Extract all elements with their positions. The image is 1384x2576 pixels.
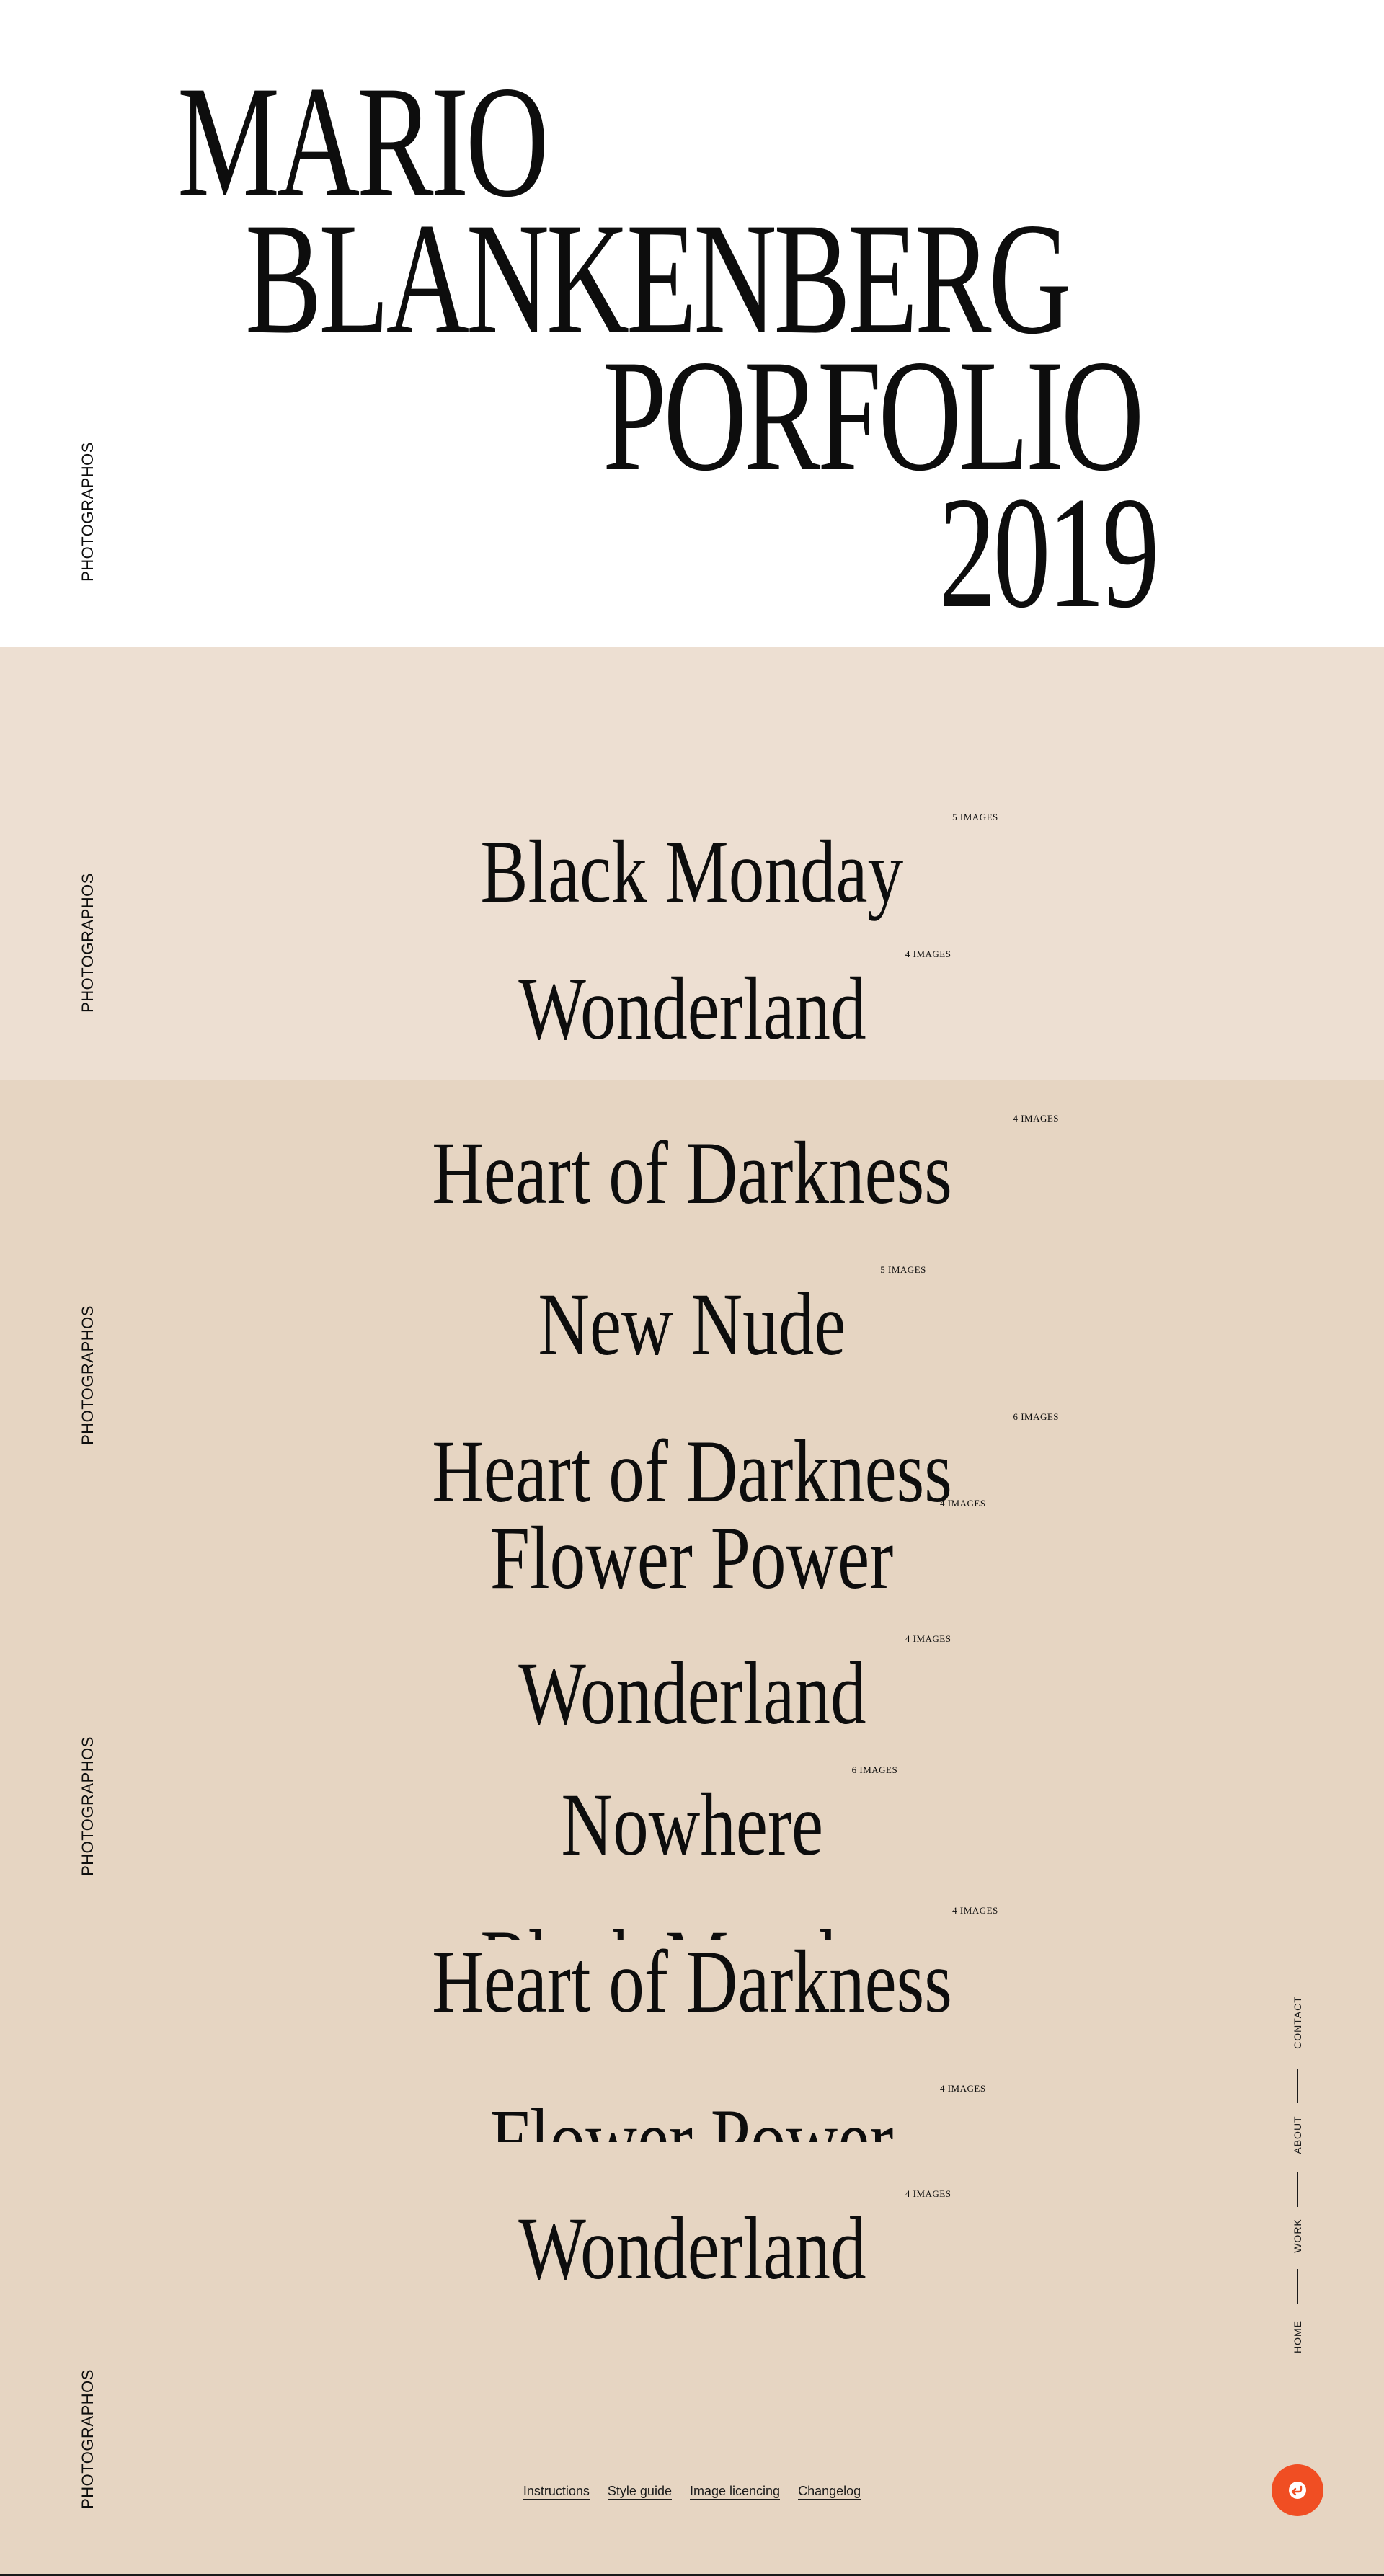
project-title: Wonderland (518, 1644, 866, 1743)
image-count: 4 IMAGES (905, 2188, 952, 2199)
nav-contact-label: CONTACT (1292, 1996, 1303, 2049)
image-count: 4 IMAGES (905, 1633, 952, 1644)
image-count: 5 IMAGES (952, 812, 998, 822)
image-count: 4 IMAGES (939, 1498, 986, 1509)
back-button[interactable] (1272, 2464, 1323, 2516)
project-title: Heart of Darkness (432, 1932, 952, 2031)
project-link-black-monday[interactable]: Black Monday 5 IMAGES (0, 812, 1384, 921)
image-count: 6 IMAGES (1013, 1411, 1060, 1422)
footer-links: Instructions Style guide Image licencing… (0, 2484, 1384, 2500)
footer-link-instructions[interactable]: Instructions (523, 2484, 590, 2500)
image-count: 4 IMAGES (939, 2083, 986, 2094)
image-count: 4 IMAGES (952, 1905, 998, 1916)
project-link-heart-of-darkness[interactable]: Heart of Darkness 4 IMAGES (0, 1113, 1384, 1222)
project-link-wonderland[interactable]: Wonderland 4 IMAGES (0, 1633, 1384, 1743)
image-count: 4 IMAGES (905, 949, 952, 959)
project-title: Nowhere (561, 1775, 823, 1874)
image-count: 4 IMAGES (1013, 1113, 1060, 1124)
project-link-flower-power[interactable]: Flower Power 4 IMAGES (0, 1498, 1384, 1607)
return-arrow-icon (1289, 2482, 1306, 2499)
project-link-heart-of-darkness[interactable]: Heart of Darkness 6 IMAGES (0, 1411, 1384, 1521)
project-title: Heart of Darkness (432, 1124, 952, 1222)
project-link-heart-of-darkness[interactable]: Heart of Darkness (0, 1937, 1384, 2027)
nav-divider (1297, 2269, 1298, 2304)
nav-home-label: HOME (1292, 2320, 1303, 2353)
project-title: Heart of Darkness (432, 1422, 952, 1521)
hero-title-line-4: 2019 (939, 464, 1160, 641)
footer-link-image-licencing[interactable]: Image licencing (689, 2484, 781, 2500)
project-link-wonderland[interactable]: Wonderland 4 IMAGES (0, 949, 1384, 1058)
nav-divider (1297, 2172, 1298, 2207)
image-count: 5 IMAGES (880, 1264, 926, 1275)
project-link-nowhere[interactable]: Nowhere 6 IMAGES (0, 1764, 1384, 1874)
footer-link-changelog[interactable]: Changelog (798, 2484, 861, 2500)
project-title: Black Monday (480, 822, 904, 921)
project-title: New Nude (538, 1275, 846, 1374)
nav-about-label: ABOUT (1292, 2115, 1303, 2154)
image-count: 6 IMAGES (851, 1764, 898, 1775)
nav-work-label: WORK (1292, 2219, 1303, 2253)
project-link-new-nude[interactable]: New Nude 5 IMAGES (0, 1264, 1384, 1374)
project-title: Flower Power (490, 1509, 894, 1607)
side-label-text: PHOTOGRAPHOS (79, 442, 97, 582)
project-link-wonderland[interactable]: Wonderland 4 IMAGES (0, 2188, 1384, 2298)
project-title: Wonderland (518, 959, 866, 1058)
nav-divider (1297, 2069, 1298, 2103)
project-title: Wonderland (518, 2199, 866, 2298)
footer-link-style-guide[interactable]: Style guide (607, 2484, 672, 2500)
